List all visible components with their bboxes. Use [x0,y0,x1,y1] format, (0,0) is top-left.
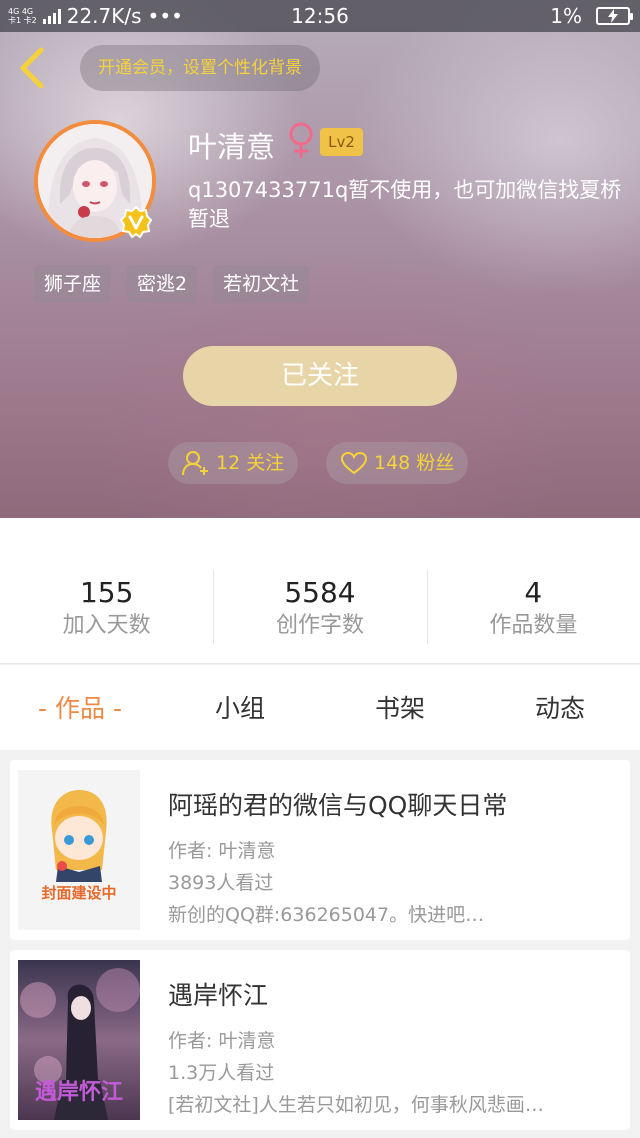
battery-percent: 1% [550,4,582,28]
stat-works-count: 4 作品数量 [426,518,640,663]
status-bar: 4G 4G 卡1 卡2 22.7K/s ••• 12:56 1% [0,0,640,32]
heart-icon [340,451,368,475]
work-views: 3893人看过 [168,872,274,894]
stat-join-days: 155 加入天数 [0,518,213,663]
profile-page: 4G 4G 卡1 卡2 22.7K/s ••• 12:56 1% 开通会员，设置… [0,0,640,1138]
level-badge: Lv2 [320,128,363,156]
username: 叶清意 [188,130,276,164]
user-signature: q1307433771q暂不使用，也可加微信找夏桥暂退 [188,178,622,231]
work-views: 1.3万人看过 [168,1062,275,1084]
back-button[interactable] [14,46,54,90]
battery-icon [596,7,633,25]
tab-bookshelf[interactable]: 书架 [320,665,480,750]
fans-count: 148 粉丝 [374,452,455,474]
placeholder-cover-image [18,770,140,930]
stat-word-count: 5584 创作字数 [213,518,426,663]
status-right: 1% [550,4,633,28]
tag-item[interactable]: 狮子座 [34,265,112,303]
work-description: 新创的QQ群:636265047。快进吧… [168,904,485,926]
stat-label: 加入天数 [62,613,151,638]
stat-label: 创作字数 [275,613,364,638]
book-cover: 遇岸怀江 [18,960,140,1120]
add-user-icon [182,451,208,476]
stat-value: 5584 [284,576,356,609]
stat-value: 155 [79,576,134,609]
user-stats: 155 加入天数 5584 创作字数 4 作品数量 [0,518,640,664]
following-button[interactable]: 12 关注 [168,442,299,484]
fans-button[interactable]: 148 粉丝 [326,442,469,484]
work-author: 作者: 叶清意 [168,840,276,862]
vip-background-prompt[interactable]: 开通会员，设置个性化背景 [80,45,320,91]
tab-groups[interactable]: 小组 [160,665,320,750]
stat-label: 作品数量 [489,613,578,638]
profile-tabs: - 作品 - 小组 书架 动态 [0,665,640,750]
list-item[interactable]: 封面建设中 阿瑶的君的微信与QQ聊天日常 作者: 叶清意 3893人看过 新创的… [10,760,630,940]
book-cover: 封面建设中 [18,770,140,930]
list-item[interactable]: 遇岸怀江 遇岸怀江 作者: 叶清意 1.3万人看过 [若初文社]人生若只如初见，… [10,950,630,1130]
clock: 12:56 [291,4,349,28]
female-gender-icon [287,122,315,160]
tab-works[interactable]: - 作品 - [0,665,160,750]
user-tags: 狮子座 密逃2 若初文社 [34,265,310,303]
tag-item[interactable]: 若初文社 [213,265,310,303]
tag-item[interactable]: 密逃2 [127,265,198,303]
stat-value: 4 [524,576,543,609]
work-title: 遇岸怀江 [168,981,269,1010]
following-count: 12 关注 [216,452,285,474]
work-author: 作者: 叶清意 [168,1030,276,1052]
follow-button[interactable]: 已关注 [183,346,457,406]
chevron-left-icon [20,47,44,89]
tab-activity[interactable]: 动态 [480,665,640,750]
cover-caption: 遇岸怀江 [34,1080,123,1105]
cover-caption: 封面建设中 [41,884,117,902]
work-description: [若初文社]人生若只如初见，何事秋风悲画… [168,1094,544,1116]
work-title: 阿瑶的君的微信与QQ聊天日常 [168,791,508,820]
verified-badge-icon [119,205,153,239]
